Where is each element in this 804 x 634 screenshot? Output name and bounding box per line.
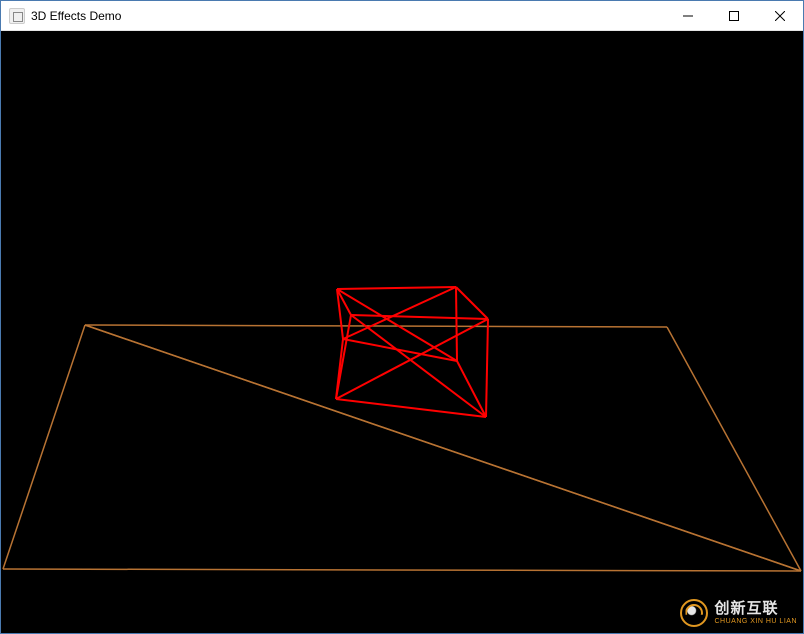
watermark-text-cn: 创新互联 (714, 601, 797, 616)
app-icon (9, 8, 25, 24)
app-window: 3D Effects Demo 创新互联 CHUANG XIN HU LIAN (0, 0, 804, 634)
watermark-text-en: CHUANG XIN HU LIAN (714, 618, 797, 625)
window-controls (665, 1, 803, 30)
scene-canvas (1, 31, 803, 633)
watermark: 创新互联 CHUANG XIN HU LIAN (680, 599, 797, 627)
3d-viewport[interactable]: 创新互联 CHUANG XIN HU LIAN (1, 31, 803, 633)
minimize-icon (683, 11, 693, 21)
titlebar[interactable]: 3D Effects Demo (1, 1, 803, 31)
minimize-button[interactable] (665, 1, 711, 30)
close-icon (775, 11, 785, 21)
watermark-logo-icon (680, 599, 708, 627)
window-title: 3D Effects Demo (31, 9, 121, 23)
maximize-icon (729, 11, 739, 21)
close-button[interactable] (757, 1, 803, 30)
maximize-button[interactable] (711, 1, 757, 30)
